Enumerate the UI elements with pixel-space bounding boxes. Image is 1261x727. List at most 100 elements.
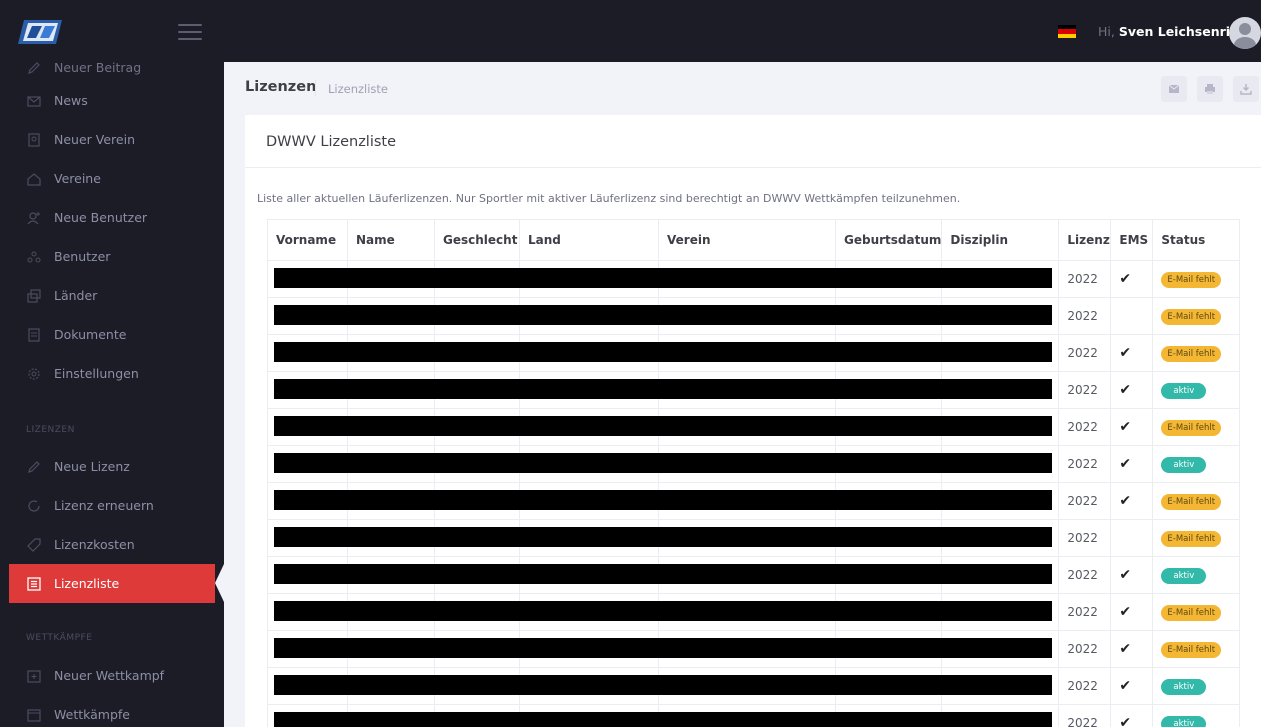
sidebar: Neuer Beitrag News Neuer Verein Vereine …: [0, 62, 224, 727]
license-list-panel: DWWV Lizenzliste Liste aller aktuellen L…: [245, 115, 1261, 727]
status-cell: aktiv: [1152, 371, 1241, 409]
sidebar-item-news[interactable]: News: [0, 81, 224, 120]
redaction-bar: [274, 416, 1052, 436]
redaction-bar: [274, 268, 1052, 288]
license-year: 2022: [1058, 371, 1112, 409]
column-header[interactable]: Name: [347, 219, 435, 261]
ems-check-icon: ✔: [1110, 593, 1154, 631]
ems-check-icon: ✔: [1110, 334, 1154, 372]
ems-check-icon: ✔: [1110, 371, 1154, 409]
panel-title: DWWV Lizenzliste: [266, 134, 397, 150]
id-card-icon: [26, 132, 42, 148]
download-icon: [1240, 84, 1252, 95]
envelope-icon: [1168, 84, 1180, 93]
redaction-bar: [274, 527, 1052, 547]
sidebar-item-lizenzliste[interactable]: Lizenzliste: [9, 564, 215, 603]
de-flag-icon[interactable]: [1058, 25, 1076, 38]
calendar-icon: [26, 707, 42, 723]
redaction-bar: [274, 490, 1052, 510]
sidebar-item-label: Neue Benutzer: [54, 210, 148, 225]
sidebar-item-lizenz-erneuern[interactable]: Lizenz erneuern: [0, 486, 224, 525]
users-icon: [26, 249, 42, 265]
column-header[interactable]: Disziplin: [941, 219, 1060, 261]
status-badge: aktiv: [1161, 567, 1207, 584]
home-icon: [26, 171, 42, 187]
status-badge: E-Mail fehlt: [1161, 271, 1222, 288]
sidebar-item-label: Einstellungen: [54, 366, 139, 381]
sidebar-item-label: Benutzer: [54, 249, 111, 264]
status-cell: E-Mail fehlt: [1152, 408, 1241, 446]
sidebar-item-label: Neue Lizenz: [54, 459, 130, 474]
sidebar-item-neuer-verein[interactable]: Neuer Verein: [0, 120, 224, 159]
status-badge: aktiv: [1161, 382, 1207, 399]
column-header[interactable]: Land: [519, 219, 659, 261]
column-header[interactable]: Geschlecht: [434, 219, 520, 261]
download-button[interactable]: [1233, 76, 1259, 102]
sidebar-item-dokumente[interactable]: Dokumente: [0, 315, 224, 354]
ems-check-icon: [1110, 519, 1154, 557]
status-badge: E-Mail fehlt: [1161, 308, 1222, 325]
sidebar-item-laender[interactable]: Länder: [0, 276, 224, 315]
sidebar-item-vereine[interactable]: Vereine: [0, 159, 224, 198]
sidebar-item-einstellungen[interactable]: Einstellungen: [0, 354, 224, 393]
status-cell: E-Mail fehlt: [1152, 593, 1241, 631]
license-year: 2022: [1058, 260, 1112, 298]
status-badge: E-Mail fehlt: [1161, 419, 1222, 436]
status-badge: E-Mail fehlt: [1161, 604, 1222, 621]
status-cell: aktiv: [1152, 667, 1241, 705]
sidebar-item-benutzer[interactable]: Benutzer: [0, 237, 224, 276]
sidebar-item-label: Lizenzliste: [54, 576, 120, 591]
section-heading-wettkaempfe: WETTKÄMPFE: [26, 633, 93, 643]
divider: [315, 80, 316, 96]
ems-check-icon: [1110, 297, 1154, 335]
status-badge: E-Mail fehlt: [1161, 530, 1222, 547]
status-cell: E-Mail fehlt: [1152, 297, 1241, 335]
license-year: 2022: [1058, 704, 1112, 727]
sidebar-item-label: Vereine: [54, 171, 101, 186]
redaction-bar: [274, 712, 1052, 727]
menu-toggle-icon[interactable]: [178, 24, 202, 42]
status-cell: aktiv: [1152, 704, 1241, 727]
sidebar-item-neue-lizenz[interactable]: Neue Lizenz: [0, 447, 224, 486]
printer-icon: [1205, 84, 1215, 94]
redaction-bar: [274, 453, 1052, 473]
column-header[interactable]: Vorname: [267, 219, 348, 261]
email-button[interactable]: [1161, 76, 1187, 102]
redaction-bar: [274, 342, 1052, 362]
user-add-icon: [26, 210, 42, 226]
ems-check-icon: ✔: [1110, 556, 1154, 594]
sidebar-item-label: Neuer Wettkampf: [54, 668, 165, 683]
column-header[interactable]: Status: [1152, 219, 1241, 261]
sidebar-item-label: Neuer Beitrag: [54, 62, 142, 75]
sidebar-item-label: News: [54, 93, 88, 108]
sidebar-item-neue-benutzer[interactable]: Neue Benutzer: [0, 198, 224, 237]
column-header[interactable]: Verein: [658, 219, 836, 261]
status-badge: aktiv: [1161, 456, 1207, 473]
envelope-icon: [26, 93, 42, 109]
sidebar-item-lizenzkosten[interactable]: Lizenzkosten: [0, 525, 224, 564]
column-header[interactable]: Lizenz: [1058, 219, 1112, 261]
status-badge: E-Mail fehlt: [1161, 493, 1222, 510]
print-button[interactable]: [1197, 76, 1223, 102]
page-title: Lizenzen: [245, 79, 317, 95]
redaction-bar: [274, 564, 1052, 584]
column-header[interactable]: Geburtsdatum: [834, 219, 943, 261]
sidebar-item-neuer-wettkampf[interactable]: Neuer Wettkampf: [0, 656, 224, 695]
license-year: 2022: [1058, 482, 1112, 520]
sidebar-item-label: Lizenz erneuern: [54, 498, 154, 513]
status-cell: aktiv: [1152, 445, 1241, 483]
redaction-bar: [274, 379, 1052, 399]
top-bar: Hi, Sven Leichsenring: [0, 0, 1261, 62]
license-year: 2022: [1058, 334, 1112, 372]
license-year: 2022: [1058, 667, 1112, 705]
logo[interactable]: [18, 18, 64, 46]
sidebar-item-wettkaempfe[interactable]: Wettkämpfe: [0, 695, 224, 727]
user-greeting[interactable]: Hi, Sven Leichsenring: [1098, 24, 1248, 39]
avatar[interactable]: [1229, 17, 1261, 49]
status-badge: aktiv: [1161, 678, 1207, 695]
license-year: 2022: [1058, 297, 1112, 335]
breadcrumb[interactable]: Lizenzliste: [328, 82, 388, 96]
ems-check-icon: ✔: [1110, 667, 1154, 705]
status-cell: E-Mail fehlt: [1152, 519, 1241, 557]
column-header[interactable]: EMS: [1110, 219, 1154, 261]
